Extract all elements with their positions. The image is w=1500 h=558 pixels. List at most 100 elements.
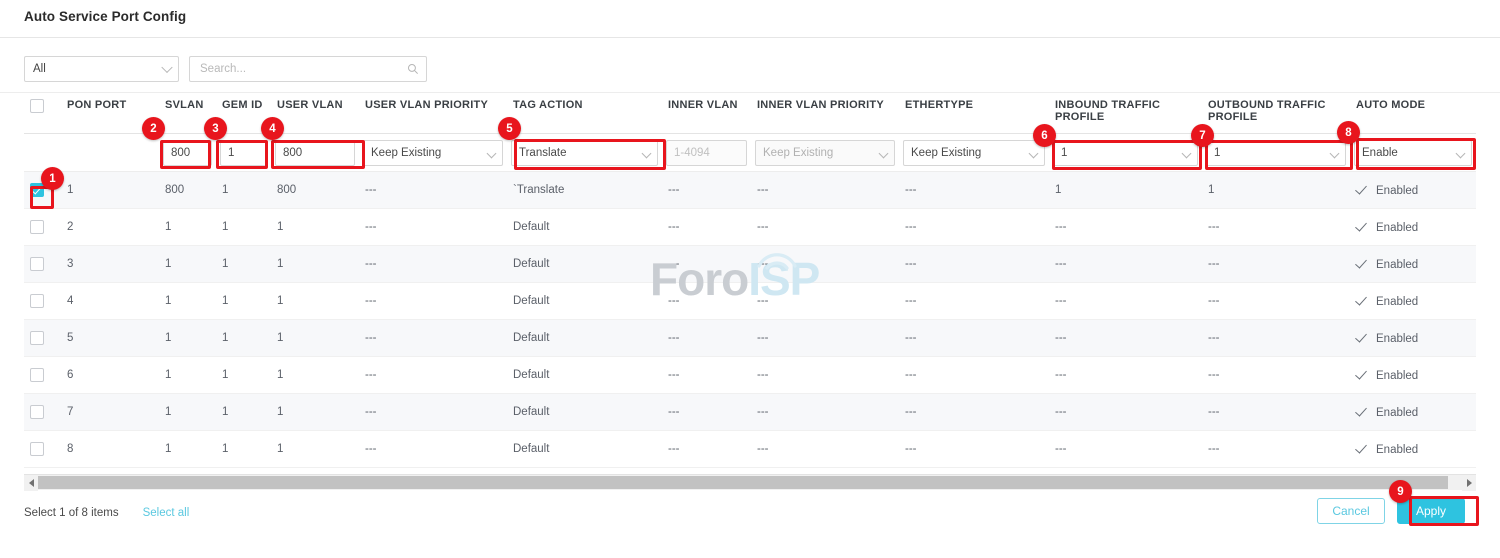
header-ethertype: ETHERTYPE [899, 95, 1049, 134]
auto-mode-label: Enabled [1376, 259, 1418, 271]
cell-user-vlan: 1 [271, 246, 359, 283]
horizontal-scrollbar[interactable] [24, 474, 1476, 490]
cell-outbound: --- [1202, 357, 1350, 394]
select-all-checkbox[interactable] [30, 99, 44, 113]
scroll-right-arrow-icon[interactable] [1462, 475, 1476, 491]
table-row[interactable]: 18001800---`Translate---------11Enabled [24, 172, 1476, 209]
cell-ethertype: --- [899, 394, 1049, 431]
chevron-down-icon [1330, 148, 1340, 158]
toolbar-divider [0, 92, 1500, 93]
chevron-down-icon [1456, 148, 1466, 158]
filter-select-value: All [33, 63, 46, 75]
cell-user-vlan: 1 [271, 209, 359, 246]
search-icon[interactable] [407, 63, 419, 75]
cell-user-vlan: 1 [271, 431, 359, 468]
cell-pon-port: 1 [61, 172, 159, 209]
scrollbar-track[interactable] [38, 476, 1462, 489]
row-checkbox[interactable] [30, 442, 44, 456]
search-input[interactable] [198, 62, 400, 76]
bulk-edit-tag-action-cell: Translate [507, 134, 662, 172]
cell-user-vlan-pri: --- [359, 394, 507, 431]
outbound-traffic-profile-select[interactable]: 1 [1206, 140, 1346, 166]
cell-auto-mode: Enabled [1350, 246, 1476, 283]
auto-mode-label: Enabled [1376, 222, 1418, 234]
row-select-cell[interactable] [24, 246, 61, 283]
cell-gem-id: 1 [216, 246, 271, 283]
table-row[interactable]: 5111---Default---------------Enabled [24, 320, 1476, 357]
user-vlan-priority-select[interactable]: Keep Existing [363, 140, 503, 166]
auto-mode-label: Enabled [1376, 185, 1418, 197]
row-select-cell[interactable] [24, 320, 61, 357]
select-all-link[interactable]: Select all [143, 507, 190, 519]
check-icon [1356, 183, 1368, 195]
ethertype-value: Keep Existing [911, 147, 981, 159]
table-row[interactable]: 4111---Default---------------Enabled [24, 283, 1476, 320]
auto-mode-label: Enabled [1376, 444, 1418, 456]
scroll-left-arrow-icon[interactable] [24, 475, 38, 491]
table-row[interactable]: 3111---Default---------------Enabled [24, 246, 1476, 283]
inner-vlan-priority-select[interactable]: Keep Existing [755, 140, 895, 166]
header-select-all[interactable] [24, 95, 61, 134]
row-select-cell[interactable] [24, 283, 61, 320]
cell-user-vlan-pri: --- [359, 283, 507, 320]
header-user-vlan: USER VLAN [271, 95, 359, 134]
row-checkbox[interactable] [30, 183, 44, 197]
filter-select[interactable]: All [24, 56, 179, 82]
cell-gem-id: 1 [216, 394, 271, 431]
row-select-cell[interactable] [24, 209, 61, 246]
cell-user-vlan-pri: --- [359, 172, 507, 209]
scrollbar-thumb[interactable] [38, 476, 1448, 489]
inner-vlan-input[interactable] [666, 140, 747, 166]
cell-svlan: 1 [159, 357, 216, 394]
search-box[interactable] [189, 56, 427, 82]
cell-user-vlan: 1 [271, 394, 359, 431]
bulk-edit-auto-mode-cell: Enable [1350, 134, 1476, 172]
service-port-table-wrapper: PON PORT SVLAN GEM ID USER VLAN USER VLA… [24, 95, 1476, 468]
table-row[interactable]: 2111---Default---------------Enabled [24, 209, 1476, 246]
cell-ethertype: --- [899, 209, 1049, 246]
inbound-traffic-profile-select[interactable]: 1 [1053, 140, 1198, 166]
bulk-edit-svlan-cell [159, 134, 216, 172]
row-checkbox[interactable] [30, 331, 44, 345]
cell-gem-id: 1 [216, 357, 271, 394]
cell-user-vlan-pri: --- [359, 209, 507, 246]
cell-svlan: 1 [159, 320, 216, 357]
row-select-cell[interactable] [24, 394, 61, 431]
gem-id-input[interactable] [220, 140, 267, 166]
row-checkbox[interactable] [30, 405, 44, 419]
table-row[interactable]: 7111---Default---------------Enabled [24, 394, 1476, 431]
check-icon [1356, 405, 1368, 417]
bulk-edit-gem-id-cell [216, 134, 271, 172]
cell-gem-id: 1 [216, 320, 271, 357]
cell-inbound: 1 [1049, 172, 1202, 209]
tag-action-select[interactable]: Translate [511, 140, 658, 166]
chevron-down-icon [161, 62, 172, 73]
ethertype-select[interactable]: Keep Existing [903, 140, 1045, 166]
cell-inbound: --- [1049, 283, 1202, 320]
cell-user-vlan-pri: --- [359, 357, 507, 394]
apply-button[interactable]: Apply [1397, 498, 1465, 524]
cell-pon-port: 5 [61, 320, 159, 357]
table-row[interactable]: 6111---Default---------------Enabled [24, 357, 1476, 394]
form-actions: Cancel Apply [1317, 498, 1465, 524]
cell-inner-vlan-pri: --- [751, 209, 899, 246]
cell-pon-port: 8 [61, 431, 159, 468]
row-checkbox[interactable] [30, 368, 44, 382]
table-row[interactable]: 8111---Default---------------Enabled [24, 431, 1476, 468]
cell-outbound: --- [1202, 320, 1350, 357]
chevron-down-icon [1029, 148, 1039, 158]
svlan-input[interactable] [163, 140, 212, 166]
row-select-cell[interactable] [24, 357, 61, 394]
cell-pon-port: 4 [61, 283, 159, 320]
auto-mode-select[interactable]: Enable [1354, 140, 1472, 166]
row-select-cell[interactable] [24, 431, 61, 468]
row-checkbox[interactable] [30, 257, 44, 271]
cancel-button[interactable]: Cancel [1317, 498, 1385, 524]
cell-inner-vlan: --- [662, 246, 751, 283]
row-checkbox[interactable] [30, 294, 44, 308]
user-vlan-input[interactable] [275, 140, 355, 166]
cell-svlan: 1 [159, 246, 216, 283]
header-inner-vlan: INNER VLAN [662, 95, 751, 134]
header-inner-vlan-priority: INNER VLAN PRIORITY [751, 95, 899, 134]
row-checkbox[interactable] [30, 220, 44, 234]
